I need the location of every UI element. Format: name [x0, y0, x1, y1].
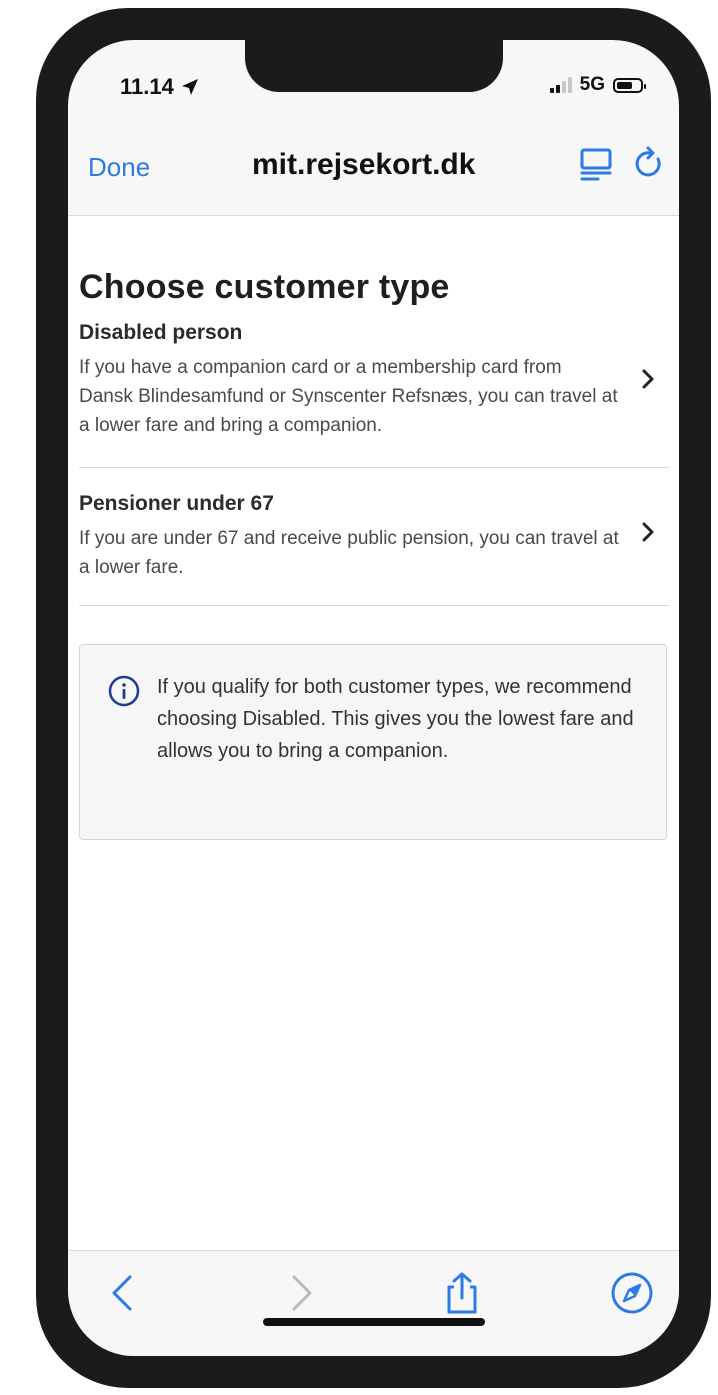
info-text: If you qualify for both customer types, … — [157, 676, 634, 762]
status-indicators: 5G — [549, 74, 646, 96]
reader-icon[interactable] — [576, 144, 616, 184]
option-description: If you have a companion card or a member… — [79, 357, 618, 436]
screen: 11.14 5G Done mit.rejsekort.dk Choose cu… — [68, 40, 679, 1356]
forward-arrow-icon[interactable] — [278, 1271, 322, 1315]
home-indicator[interactable] — [263, 1318, 485, 1326]
signal-icon — [549, 77, 572, 93]
browser-toolbar — [68, 1250, 679, 1356]
page-content: Choose customer type Disabled person If … — [68, 216, 679, 1250]
chevron-right-icon — [642, 522, 654, 542]
network-label: 5G — [579, 74, 605, 95]
option-disabled-person[interactable]: Disabled person If you have a companion … — [79, 321, 669, 468]
info-box: If you qualify for both customer types, … — [79, 644, 667, 840]
back-arrow-icon[interactable] — [102, 1271, 146, 1315]
share-icon[interactable] — [440, 1271, 484, 1315]
done-button[interactable]: Done — [88, 152, 150, 183]
compass-icon[interactable] — [610, 1271, 654, 1315]
browser-navbar: Done mit.rejsekort.dk — [68, 110, 679, 216]
chevron-right-icon — [642, 369, 654, 389]
location-arrow-icon — [181, 79, 198, 95]
option-title: Pensioner under 67 — [79, 492, 274, 515]
status-time: 11.14 — [120, 74, 200, 100]
phone-frame: 11.14 5G Done mit.rejsekort.dk Choose cu… — [36, 8, 711, 1388]
option-pensioner-under-67[interactable]: Pensioner under 67 If you are under 67 a… — [79, 492, 669, 606]
battery-icon — [613, 77, 646, 93]
info-icon — [108, 675, 140, 707]
reload-icon[interactable] — [630, 144, 670, 184]
page-title: Choose customer type — [79, 268, 450, 306]
option-title: Disabled person — [79, 321, 243, 344]
status-time-text: 11.14 — [120, 74, 174, 99]
option-description: If you are under 67 and receive public p… — [79, 528, 619, 578]
url-label[interactable]: mit.rejsekort.dk — [252, 148, 475, 182]
notch — [245, 40, 503, 92]
